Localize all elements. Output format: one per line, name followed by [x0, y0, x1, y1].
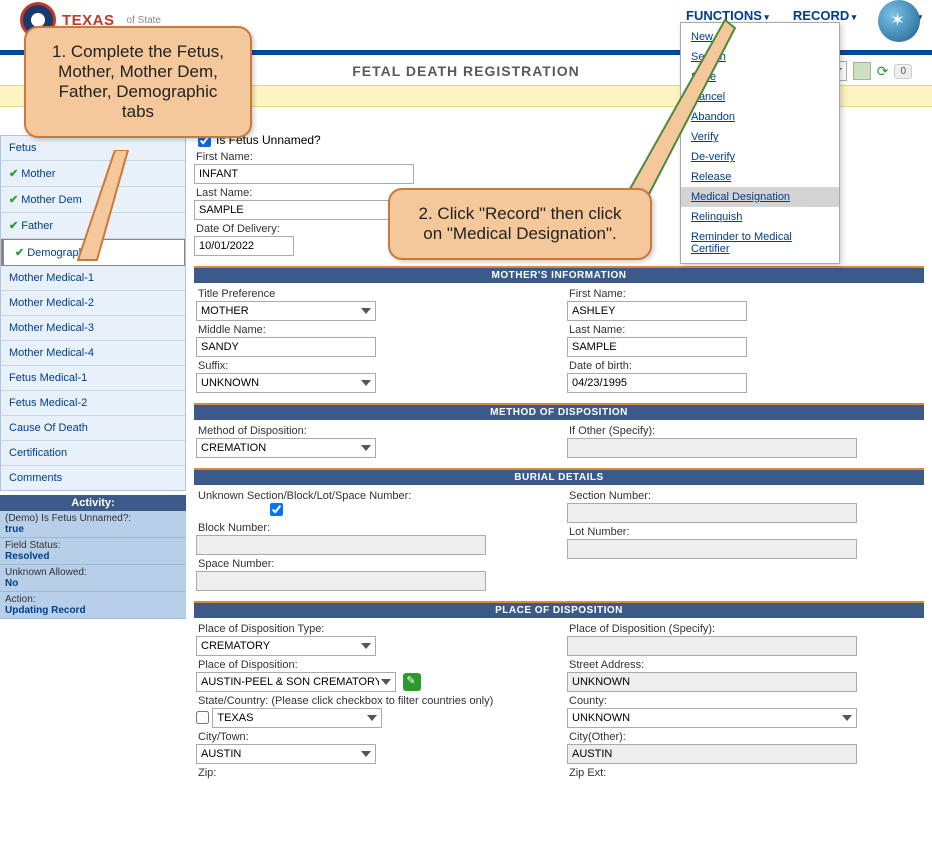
place-specify-label: Place of Disposition (Specify): [569, 623, 922, 635]
street-address-label: Street Address: [569, 659, 922, 671]
check-icon: ✔ [9, 193, 18, 206]
record-menu-release[interactable]: Release [681, 167, 839, 187]
space-number-label: Space Number: [198, 558, 551, 570]
tab-mother-medical-1[interactable]: Mother Medical-1 [1, 266, 185, 291]
tab-demographic[interactable]: ✔Demographic [1, 239, 185, 266]
tutorial-callout-1: 1. Complete the Fetus, Mother, Mother De… [24, 26, 252, 138]
mother-middle-field[interactable] [196, 337, 376, 357]
fetus-first-name-field[interactable] [194, 164, 414, 184]
tab-fetus[interactable]: Fetus [1, 136, 185, 161]
place-specify-field[interactable] [567, 636, 857, 656]
activity-row: Unknown Allowed:No [0, 565, 186, 592]
record-menu-cancel[interactable]: Cancel [681, 87, 839, 107]
tab-mother-medical-2[interactable]: Mother Medical-2 [1, 291, 185, 316]
tab-mother-medical-4[interactable]: Mother Medical-4 [1, 341, 185, 366]
mother-suffix-select[interactable]: UNKNOWN [196, 373, 376, 393]
tab-comments[interactable]: Comments [1, 466, 185, 490]
edit-icon[interactable] [403, 673, 421, 691]
state-country-label: State/Country: (Please click checkbox to… [198, 695, 551, 707]
tutorial-callout-2: 2. Click "Record" then click on "Medical… [388, 188, 652, 260]
check-icon: ✔ [9, 167, 18, 180]
record-menu-relinquish[interactable]: Relinquish [681, 207, 839, 227]
count-badge: 0 [894, 64, 912, 79]
tab-certification[interactable]: Certification [1, 441, 185, 466]
record-menu-save[interactable]: Save [681, 67, 839, 87]
refresh-icon[interactable]: ⟳ [877, 63, 889, 80]
method-disposition-select[interactable]: CREMATION [196, 438, 376, 458]
section-method-disposition: Method of Disposition [194, 403, 924, 420]
record-menu-new[interactable]: New [681, 27, 839, 47]
tab-mother-medical-3[interactable]: Mother Medical-3 [1, 316, 185, 341]
county-select[interactable]: UNKNOWN [567, 708, 857, 728]
activity-row: Field Status:Resolved [0, 538, 186, 565]
street-address-field[interactable] [567, 672, 857, 692]
record-menu-abandon[interactable]: Abandon [681, 107, 839, 127]
mother-dob-label: Date of birth: [569, 360, 922, 372]
method-other-field[interactable] [567, 438, 857, 458]
city-select[interactable]: AUSTIN [196, 744, 376, 764]
record-dropdown-menu: New Search Save Cancel Abandon Verify De… [680, 22, 840, 264]
place-type-select[interactable]: CREMATORY [196, 636, 376, 656]
check-icon: ✔ [15, 246, 24, 259]
record-menu-search[interactable]: Search [681, 47, 839, 67]
record-menu-medical-designation[interactable]: Medical Designation [681, 187, 839, 207]
activity-row: (Demo) Is Fetus Unnamed?:true [0, 511, 186, 538]
city-other-field[interactable] [567, 744, 857, 764]
lot-number-field[interactable] [567, 539, 857, 559]
title-pref-label: Title Preference [198, 288, 551, 300]
city-town-label: City/Town: [198, 731, 551, 743]
tab-fetus-medical-1[interactable]: Fetus Medical-1 [1, 366, 185, 391]
date-delivery-field[interactable] [194, 236, 294, 256]
page-title: FETAL DEATH REGISTRATION [352, 63, 580, 79]
state-select[interactable]: TEXAS [212, 708, 382, 728]
mother-last-field[interactable] [567, 337, 747, 357]
mother-first-field[interactable] [567, 301, 747, 321]
unknown-section-checkbox[interactable] [270, 503, 283, 516]
activity-row: Action:Updating Record [0, 592, 186, 619]
city-other-label: City(Other): [569, 731, 922, 743]
lot-number-label: Lot Number: [569, 526, 922, 538]
brand-sub: of State [127, 15, 161, 26]
place-disposition-select[interactable]: AUSTIN-PEEL & SON CREMATORY [196, 672, 396, 692]
section-burial-details: Burial Details [194, 468, 924, 485]
place-disposition-label: Place of Disposition: [198, 659, 551, 671]
section-number-field[interactable] [567, 503, 857, 523]
space-number-field[interactable] [196, 571, 486, 591]
record-menu-verify[interactable]: Verify [681, 127, 839, 147]
method-other-label: If Other (Specify): [569, 425, 922, 437]
check-icon: ✔ [9, 219, 18, 232]
zip-ext-label: Zip Ext: [569, 767, 922, 779]
activity-header: Activity: [0, 495, 186, 511]
county-label: County: [569, 695, 922, 707]
section-mother-info: Mother's Information [194, 266, 924, 283]
mother-suffix-label: Suffix: [198, 360, 551, 372]
unknown-section-label: Unknown Section/Block/Lot/Space Number: [198, 490, 551, 502]
mother-first-label: First Name: [569, 288, 922, 300]
tab-mother-dem[interactable]: ✔Mother Dem [1, 187, 185, 213]
section-place-disposition: Place Of Disposition [194, 601, 924, 618]
block-number-label: Block Number: [198, 522, 551, 534]
state-filter-checkbox[interactable] [196, 711, 209, 724]
mother-last-label: Last Name: [569, 324, 922, 336]
tab-father[interactable]: ✔Father [1, 213, 185, 239]
app-globe-icon [878, 0, 920, 42]
mother-middle-label: Middle Name: [198, 324, 551, 336]
menu-functions[interactable]: FUNCTIONS [686, 8, 769, 23]
mother-dob-field[interactable] [567, 373, 747, 393]
sidebar: Fetus ✔Mother ✔Mother Dem ✔Father ✔Demog… [0, 107, 186, 790]
tab-list: Fetus ✔Mother ✔Mother Dem ✔Father ✔Demog… [0, 135, 186, 491]
method-disposition-label: Method of Disposition: [198, 425, 551, 437]
activity-panel: Activity: (Demo) Is Fetus Unnamed?:true … [0, 495, 186, 619]
title-pref-select[interactable]: MOTHER [196, 301, 376, 321]
record-menu-deverify[interactable]: De-verify [681, 147, 839, 167]
menu-record[interactable]: RECORD [793, 8, 856, 23]
block-number-field[interactable] [196, 535, 486, 555]
section-number-label: Section Number: [569, 490, 922, 502]
record-menu-reminder[interactable]: Reminder to Medical Certifier [681, 227, 839, 259]
tab-fetus-medical-2[interactable]: Fetus Medical-2 [1, 391, 185, 416]
tab-mother[interactable]: ✔Mother [1, 161, 185, 187]
place-type-label: Place of Disposition Type: [198, 623, 551, 635]
tab-cause-of-death[interactable]: Cause Of Death [1, 416, 185, 441]
zip-label: Zip: [198, 767, 551, 779]
